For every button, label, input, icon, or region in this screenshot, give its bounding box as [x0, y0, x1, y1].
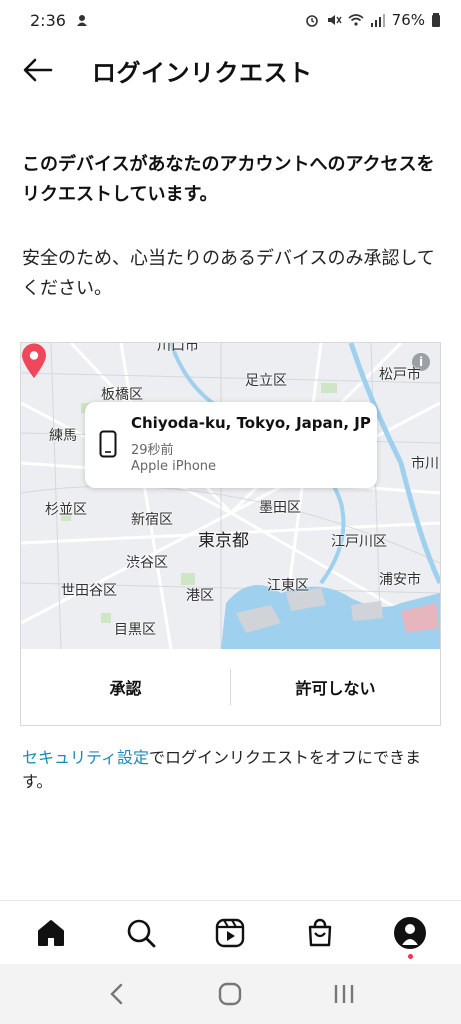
security-settings-link[interactable]: セキュリティ設定: [22, 748, 149, 767]
map-label: 港区: [186, 588, 214, 604]
nav-shop[interactable]: [290, 903, 350, 963]
security-settings-note: セキュリティ設定でログインリクエストをオフにできます。: [22, 746, 442, 794]
header: ログインリクエスト: [0, 44, 461, 96]
profile-avatar: [394, 916, 427, 949]
reels-icon: [216, 918, 245, 947]
alarm-icon: [305, 15, 318, 27]
nav-reels[interactable]: [200, 903, 260, 963]
home-icon: [37, 919, 64, 946]
login-request-card: i 川口市 板橋区 足立区 松戸市 練馬 市川 杉並区 新宿区 墨田区 東京都 …: [20, 342, 441, 726]
map-label: 新宿区: [131, 512, 173, 528]
notification-dot: [408, 953, 414, 959]
map-label: 練馬: [49, 428, 77, 444]
back-button[interactable]: [8, 44, 68, 96]
nav-home[interactable]: [21, 903, 81, 963]
system-home-button[interactable]: [205, 969, 255, 1019]
battery-percent: 76%: [391, 11, 425, 29]
home-circle-icon: [219, 982, 242, 1006]
device-info-popup: Chiyoda-ku, Tokyo, Japan, JP 29秒前 Apple …: [85, 402, 377, 488]
location-map[interactable]: i 川口市 板橋区 足立区 松戸市 練馬 市川 杉並区 新宿区 墨田区 東京都 …: [21, 343, 440, 649]
shop-icon: [309, 918, 332, 946]
map-label: 江戸川区: [331, 534, 387, 550]
map-label: 墨田区: [259, 500, 301, 516]
search-icon: [127, 919, 156, 947]
map-label: 世田谷区: [61, 583, 117, 599]
map-graphic: [21, 343, 440, 649]
system-navigation: [0, 964, 461, 1024]
nav-search[interactable]: [111, 903, 171, 963]
back-chevron-icon: [110, 983, 123, 1005]
approve-button[interactable]: 承認: [21, 649, 230, 725]
request-description: 安全のため、心当たりのあるデバイスのみ承認してください。: [22, 248, 435, 299]
battery-icon: [432, 13, 440, 27]
location-pin-icon: [22, 343, 46, 378]
system-back-button[interactable]: [92, 969, 142, 1019]
request-time-ago: 29秒前: [131, 443, 174, 458]
map-label: 足立区: [245, 373, 287, 389]
action-row: 承認 許可しない: [21, 649, 440, 725]
system-recents-button[interactable]: [319, 969, 369, 1019]
map-label: 松戸市: [379, 367, 421, 383]
status-bar: 2:36 76%: [0, 0, 461, 40]
map-label: 川口市: [157, 343, 199, 354]
map-label: 渋谷区: [126, 555, 168, 571]
map-label: 浦安市: [379, 572, 421, 588]
map-label: 江東区: [267, 578, 309, 594]
signal-icon: [370, 14, 385, 27]
map-label: 市川: [411, 456, 439, 472]
map-label: 杉並区: [45, 502, 87, 518]
page-title: ログインリクエスト: [92, 58, 313, 87]
mute-icon: [327, 15, 342, 25]
deny-button[interactable]: 許可しない: [231, 649, 440, 725]
map-label: 目黒区: [114, 622, 156, 638]
status-time: 2:36: [30, 10, 66, 30]
device-name: Apple iPhone: [131, 459, 217, 474]
request-headline: このデバイスがあなたのアカウントへのアクセスをリクエストしています。: [22, 154, 435, 205]
recents-icon: [334, 985, 354, 1003]
device-location: Chiyoda-ku, Tokyo, Japan, JP: [131, 414, 371, 432]
map-label: 東京都: [198, 531, 249, 551]
phone-icon: [99, 430, 117, 458]
map-label: 板橋区: [101, 387, 143, 403]
wifi-icon: [348, 14, 364, 26]
notification-icon: [76, 15, 87, 26]
nav-profile[interactable]: [380, 903, 440, 963]
back-arrow-icon: [23, 58, 53, 82]
bottom-navigation: [0, 900, 461, 964]
